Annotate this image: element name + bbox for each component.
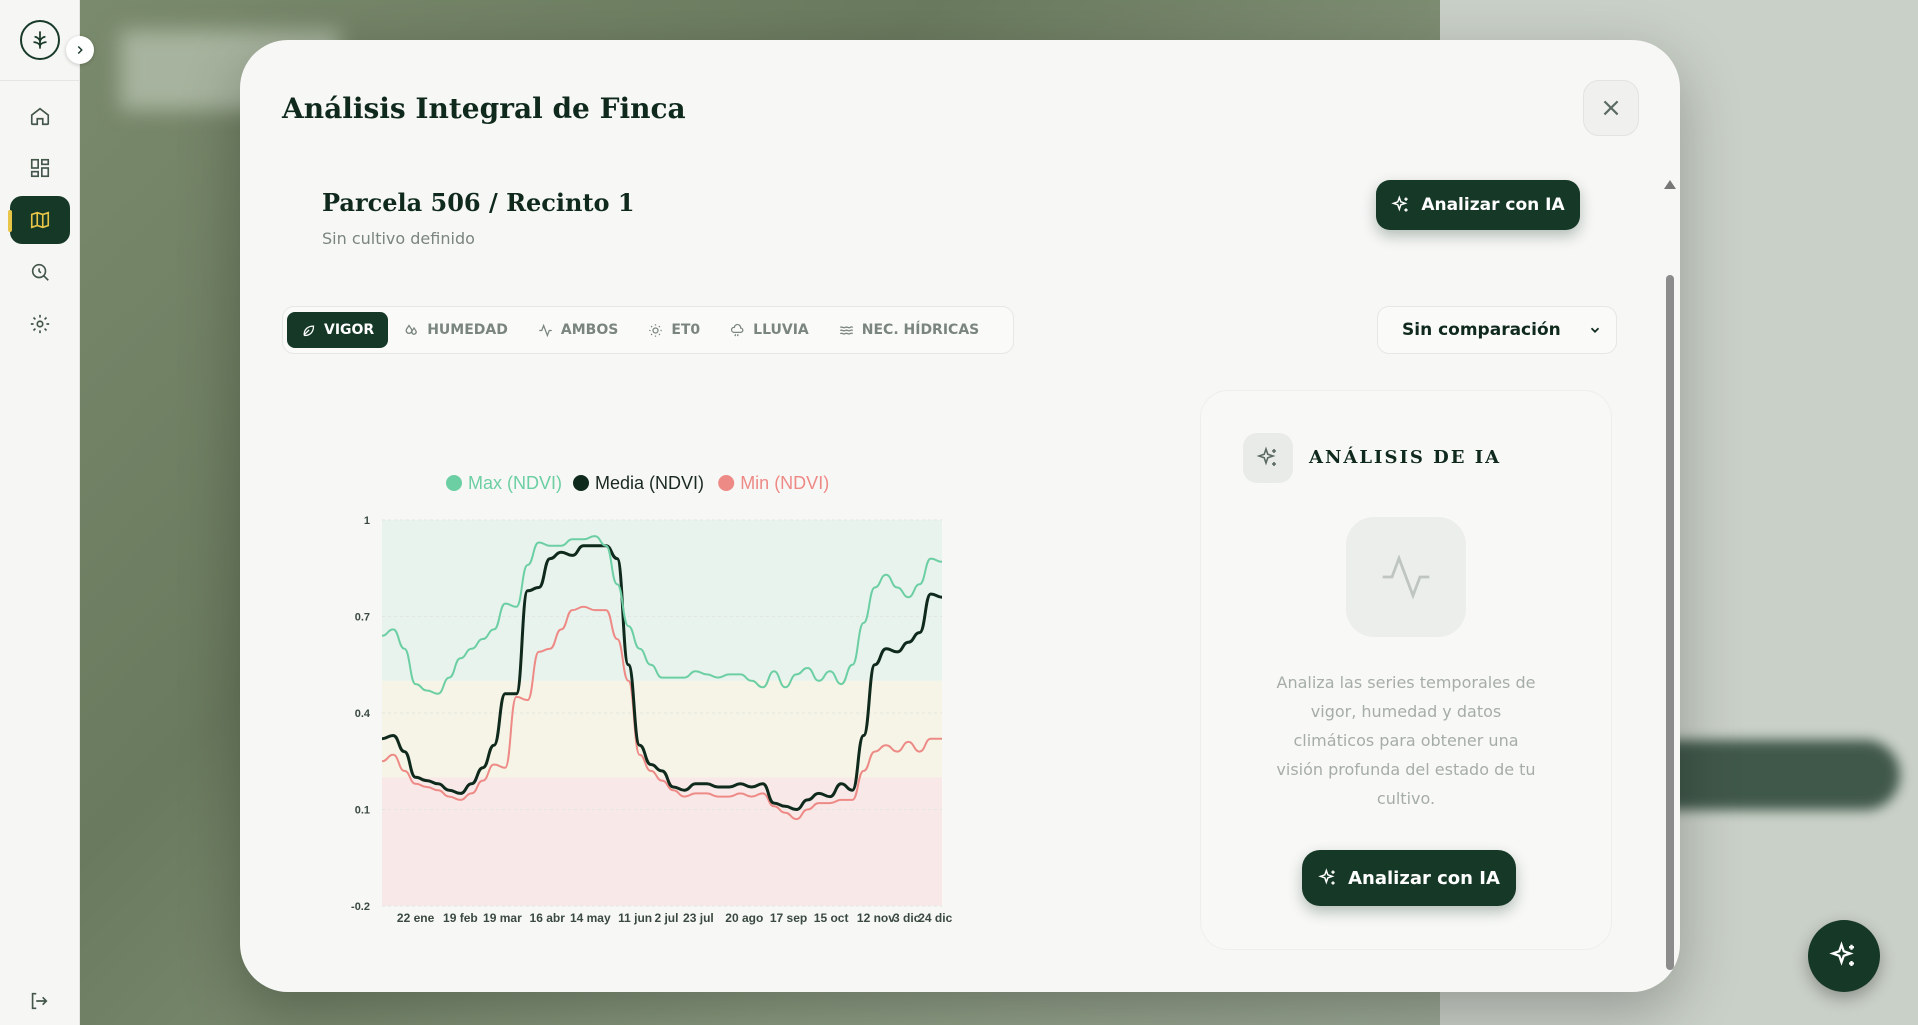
x-tick-label: 19 mar (483, 911, 522, 925)
x-tick-label: 2 jul (654, 911, 678, 925)
modal-title: Análisis Integral de Finca (282, 92, 686, 125)
sun-icon (649, 323, 663, 337)
y-tick-label: 0.7 (355, 612, 370, 624)
logout-button[interactable] (28, 990, 50, 1016)
sidebar-item-settings[interactable] (10, 300, 70, 348)
analyze-ai-button[interactable]: Analizar con IA (1376, 180, 1580, 230)
y-tick-label: 0.4 (355, 708, 371, 720)
map-icon (30, 211, 50, 229)
grid-icon (30, 158, 50, 178)
home-icon (30, 107, 50, 126)
chevron-right-icon (77, 45, 83, 55)
y-tick-label: 0.1 (355, 805, 370, 817)
ai-assistant-fab[interactable] (1808, 920, 1880, 992)
tab-et0[interactable]: ET0 (634, 312, 714, 348)
x-tick-label: 22 ene (397, 911, 435, 925)
ndvi-chart-panel: 1 0.7 0.4 0.1 -0.2 22 ene 19 feb 19 mar 16 abr 14… (282, 390, 1162, 950)
legend-marker (573, 475, 589, 491)
analyze-ai-button-secondary[interactable]: Analizar con IA (1302, 850, 1516, 906)
comparison-selected-value: Sin comparación (1402, 320, 1561, 340)
x-tick-label: 12 nov (857, 911, 895, 925)
sidebar-expand-button[interactable] (66, 36, 94, 64)
y-tick-label: -0.2 (351, 901, 370, 913)
analyze-ai-label: Analizar con IA (1348, 867, 1500, 889)
close-button[interactable]: × (1583, 80, 1639, 136)
legend-marker (446, 475, 462, 491)
parcel-title: Parcela 506 / Recinto 1 (322, 188, 635, 217)
sidebar-item-home[interactable] (10, 92, 70, 140)
ndvi-chart: 1 0.7 0.4 0.1 -0.2 22 ene 19 feb 19 mar 16 abr 14… (351, 473, 953, 925)
legend-label: Max (NDVI) (468, 473, 562, 493)
sparkles-icon (1318, 868, 1335, 885)
metric-tabs: VIGOR HUMEDAD AMBOS ET0 LLUVIA NEC. HÍDR… (282, 306, 1014, 354)
y-tick-label: 1 (364, 515, 370, 527)
close-icon: × (1600, 93, 1622, 123)
sparkles-icon (1391, 195, 1408, 212)
farm-analysis-modal: Análisis Integral de Finca × Parcela 506… (240, 40, 1680, 992)
legend-marker (718, 475, 735, 491)
waves-icon (839, 325, 853, 335)
sparkles-icon (1829, 941, 1854, 966)
app-logo-icon[interactable] (20, 20, 60, 60)
ai-panel-description: Analiza las series temporales de vigor, … (1276, 673, 1536, 808)
sidebar (0, 0, 80, 1025)
tab-nec-hidricas[interactable]: NEC. HÍDRICAS (825, 312, 993, 348)
analyze-ai-label: Analizar con IA (1421, 195, 1565, 215)
sidebar-divider (0, 80, 80, 81)
tab-humedad[interactable]: HUMEDAD (390, 312, 522, 348)
sidebar-item-map[interactable] (10, 196, 70, 244)
scrollbar-up-arrow[interactable] (1664, 180, 1676, 189)
sidebar-item-dashboard[interactable] (10, 144, 70, 192)
tab-vigor[interactable]: VIGOR (287, 312, 389, 348)
x-tick-label: 15 oct (814, 911, 849, 925)
leaf-icon (303, 324, 315, 336)
x-tick-label: 24 dic (918, 911, 952, 925)
sidebar-active-indicator (8, 210, 12, 232)
scrollbar-thumb[interactable] (1666, 275, 1674, 970)
cloud-rain-icon (731, 323, 744, 336)
comparison-select[interactable]: Sin comparación (1377, 306, 1617, 354)
x-tick-label: 14 may (570, 911, 611, 925)
sparkles-icon (1243, 433, 1293, 483)
x-tick-label: 16 abr (530, 911, 566, 925)
x-tick-label: 20 ago (725, 911, 763, 925)
x-tick-label: 19 feb (443, 911, 478, 925)
x-tick-label: 11 jun (618, 911, 652, 925)
search-icon (31, 263, 49, 281)
x-tick-label: 3 dic (893, 911, 921, 925)
ai-panel-title: ANÁLISIS DE IA (1309, 447, 1502, 468)
x-tick-label: 23 jul (683, 911, 714, 925)
chevron-down-icon (1590, 327, 1600, 333)
gear-icon (30, 314, 50, 334)
activity-icon (1346, 517, 1466, 637)
ai-analysis-panel: ANÁLISIS DE IA Analiza las series tempor… (1200, 390, 1612, 950)
sidebar-item-search[interactable] (10, 248, 70, 296)
legend-label: Min (NDVI) (740, 473, 829, 493)
x-tick-label: 17 sep (770, 911, 807, 925)
tab-lluvia[interactable]: LLUVIA (716, 312, 823, 348)
activity-icon (539, 323, 552, 337)
logout-icon (31, 992, 48, 1010)
chart-band-0 (382, 520, 942, 681)
tab-ambos[interactable]: AMBOS (524, 312, 632, 348)
parcel-subtitle: Sin cultivo definido (322, 229, 475, 248)
droplets-icon (405, 323, 418, 335)
legend-label: Media (NDVI) (595, 473, 704, 493)
